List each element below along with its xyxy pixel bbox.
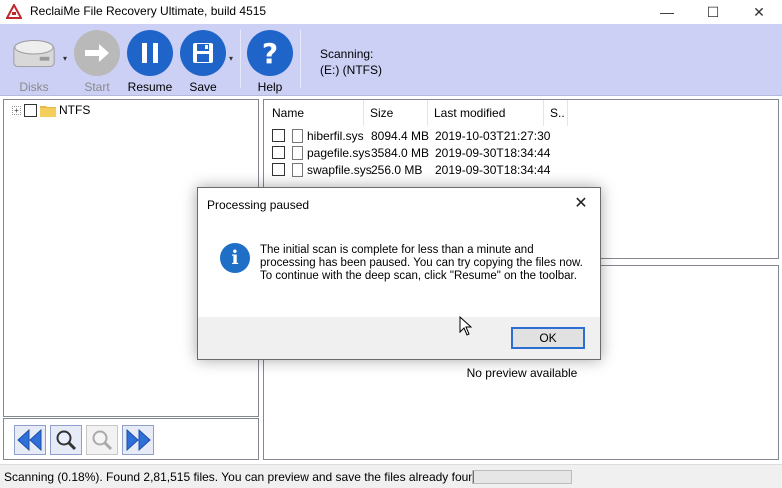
file-icon xyxy=(292,162,303,177)
disks-label: Disks xyxy=(19,80,49,94)
maximize-button[interactable]: ☐ xyxy=(690,0,736,24)
pause-icon xyxy=(127,30,173,76)
file-size: 256.0 MB xyxy=(371,162,423,177)
row-checkbox[interactable] xyxy=(272,146,285,159)
disk-icon xyxy=(11,30,57,76)
search-next-button[interactable] xyxy=(86,425,118,455)
dialog-close-button[interactable]: ✕ xyxy=(568,192,594,214)
file-name: swapfile.sys xyxy=(307,162,372,177)
table-row[interactable]: swapfile.sys 256.0 MB 2019-09-30T18:34:4… xyxy=(264,161,778,178)
resume-label: Resume xyxy=(127,80,173,94)
table-row[interactable]: pagefile.sys 3584.0 MB 2019-09-30T18:34:… xyxy=(264,144,778,161)
double-left-arrow-icon xyxy=(17,429,42,451)
table-row[interactable]: hiberfil.sys 8094.4 MB 2019-10-03T21:27:… xyxy=(264,127,778,144)
toolbar-separator xyxy=(240,30,241,88)
row-checkbox[interactable] xyxy=(272,129,285,142)
file-modified: 2019-10-03T21:27:30 xyxy=(435,128,551,143)
column-header-name[interactable]: Name xyxy=(266,100,364,126)
file-icon xyxy=(292,145,303,160)
status-bar: Scanning (0.18%). Found 2,81,515 files. … xyxy=(0,464,782,488)
search-button[interactable] xyxy=(50,425,82,455)
minimize-button[interactable]: — xyxy=(644,0,690,24)
no-preview-text: No preview available xyxy=(466,366,578,380)
save-dropdown-icon[interactable]: ▾ xyxy=(229,54,233,63)
folder-icon xyxy=(40,105,56,117)
column-header-modified[interactable]: Last modified xyxy=(428,100,544,126)
start-button[interactable]: Start xyxy=(73,26,121,94)
toolbar: Disks ▾ Start Resume Save ▾ ? Help Scann… xyxy=(0,24,782,96)
navigation-panel xyxy=(3,418,259,460)
scan-status-title: Scanning: xyxy=(320,47,374,61)
toolbar-separator xyxy=(300,30,301,88)
file-name: hiberfil.sys xyxy=(307,128,364,143)
tree-node-checkbox[interactable] xyxy=(24,103,37,117)
scan-progress-bar xyxy=(472,470,572,484)
tree-node-label: NTFS xyxy=(59,103,91,117)
dialog-title: Processing paused xyxy=(207,198,310,212)
ok-button[interactable]: OK xyxy=(511,327,585,349)
dialog-message: The initial scan is complete for less th… xyxy=(260,244,583,282)
disks-button[interactable]: Disks xyxy=(6,26,62,94)
save-button[interactable]: Save xyxy=(178,26,228,94)
dialog-footer: OK xyxy=(198,317,600,359)
title-bar: ReclaiMe File Recovery Ultimate, build 4… xyxy=(0,0,782,24)
processing-paused-dialog: Processing paused ✕ i The initial scan i… xyxy=(197,187,601,360)
scan-status: Scanning: (E:) (NTFS) xyxy=(320,46,382,78)
question-mark-icon: ? xyxy=(247,30,293,76)
file-name: pagefile.sys xyxy=(307,145,371,160)
app-logo-icon xyxy=(6,4,22,19)
disks-dropdown-icon[interactable]: ▾ xyxy=(63,54,67,63)
magnifier-icon xyxy=(56,430,77,451)
file-size: 8094.4 MB xyxy=(371,128,430,143)
magnifier-disabled-icon xyxy=(92,430,113,451)
double-right-arrow-icon xyxy=(126,429,151,451)
row-checkbox[interactable] xyxy=(272,163,285,176)
scan-status-target: (E:) (NTFS) xyxy=(320,63,382,77)
start-label: Start xyxy=(84,80,110,94)
previous-button[interactable] xyxy=(14,425,46,455)
next-button[interactable] xyxy=(122,425,154,455)
floppy-save-icon xyxy=(180,30,226,76)
arrow-right-icon xyxy=(74,30,120,76)
mouse-cursor-icon xyxy=(459,316,473,336)
file-size: 3584.0 MB xyxy=(371,145,430,160)
save-label: Save xyxy=(189,80,217,94)
info-icon: i xyxy=(220,243,250,273)
close-window-button[interactable]: ✕ xyxy=(736,0,782,24)
file-modified: 2019-09-30T18:34:44 xyxy=(435,145,551,160)
help-button[interactable]: ? Help xyxy=(245,26,295,94)
expand-icon[interactable]: + xyxy=(12,105,21,115)
help-label: Help xyxy=(257,80,283,94)
status-text: Scanning (0.18%). Found 2,81,515 files. … xyxy=(4,470,485,484)
column-header-s[interactable]: S.. xyxy=(544,100,568,126)
window-title: ReclaiMe File Recovery Ultimate, build 4… xyxy=(30,4,267,18)
resume-button[interactable]: Resume xyxy=(124,26,176,94)
column-header-size[interactable]: Size xyxy=(364,100,428,126)
file-icon xyxy=(292,128,303,143)
tree-node-ntfs[interactable]: + NTFS xyxy=(12,103,90,117)
file-modified: 2019-09-30T18:34:44 xyxy=(435,162,551,177)
